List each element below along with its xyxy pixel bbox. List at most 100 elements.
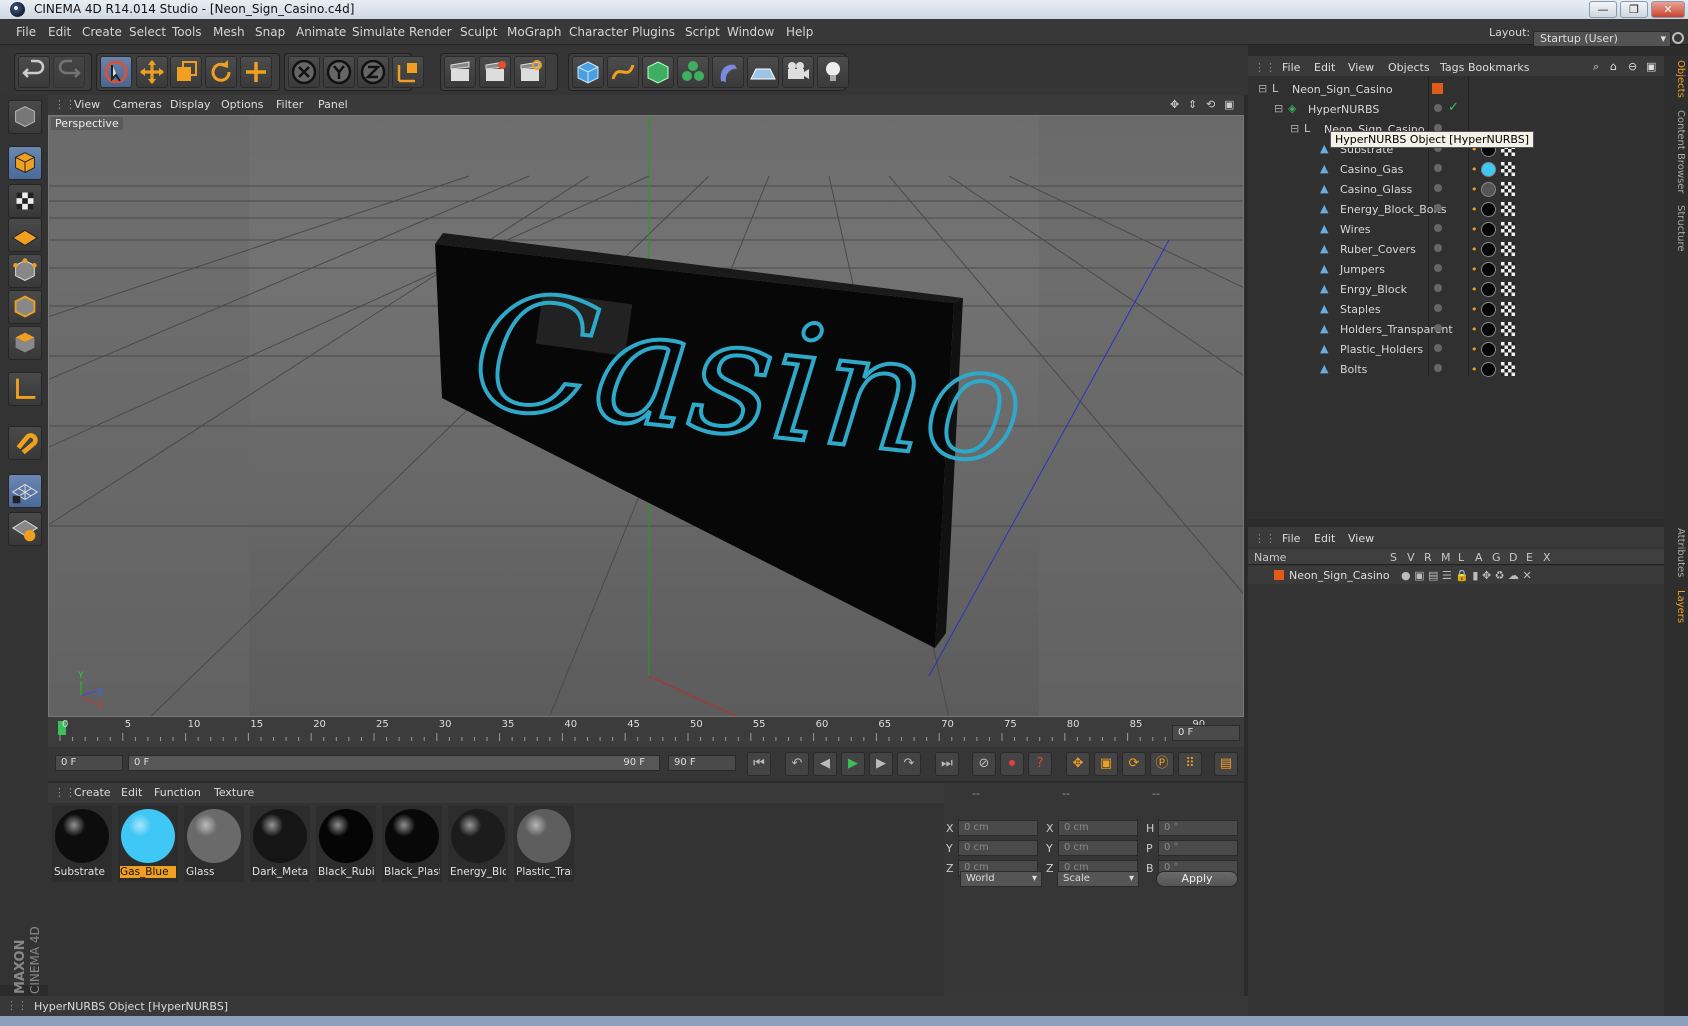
render-view-button[interactable]: [444, 56, 476, 88]
material-tag-icon[interactable]: [1481, 202, 1496, 217]
object-name[interactable]: Casino_Glass: [1340, 183, 1412, 196]
visibility-dots[interactable]: [1434, 224, 1442, 232]
layer-col-e[interactable]: E: [1526, 551, 1533, 564]
material-tag-icon[interactable]: [1481, 262, 1496, 277]
light-button[interactable]: [817, 56, 849, 88]
object-row[interactable]: ▲ Ruber_Covers •: [1248, 240, 1664, 260]
object-row[interactable]: ⊟ ◈ HyperNURBS ✓: [1248, 100, 1664, 120]
minimize-button[interactable]: —: [1589, 1, 1617, 18]
menu-snap[interactable]: Snap: [255, 25, 285, 39]
expand-toggle-icon[interactable]: ⊟: [1274, 102, 1283, 115]
layer-col-a[interactable]: A: [1475, 551, 1483, 564]
previous-key-button[interactable]: ↶: [785, 752, 809, 776]
object-name[interactable]: HyperNURBS: [1308, 103, 1379, 116]
phong-tag-icon[interactable]: •: [1471, 183, 1478, 196]
coord-mode-dropdown[interactable]: Scale ▾: [1057, 871, 1139, 887]
menu-mograph[interactable]: MoGraph: [507, 25, 562, 39]
camera-button[interactable]: [782, 56, 814, 88]
layer-flag-icons[interactable]: ● ▣ ▤ ☰ 🔒 ▮ ✥ ♻ ☁ ✕: [1401, 569, 1532, 582]
material-swatch[interactable]: Plastic_Tran: [514, 806, 574, 882]
menu-select[interactable]: Select: [129, 25, 166, 39]
scale-tool-button[interactable]: [170, 56, 202, 88]
object-name[interactable]: Enrgy_Block: [1340, 283, 1407, 296]
layer-menu-edit[interactable]: Edit: [1314, 532, 1335, 545]
object-row[interactable]: ▲ Staples •: [1248, 300, 1664, 320]
menu-window[interactable]: Window: [727, 25, 774, 39]
expand-toggle-icon[interactable]: ⊟: [1258, 82, 1267, 95]
layer-col-v[interactable]: V: [1407, 551, 1415, 564]
visibility-dots[interactable]: [1434, 184, 1442, 192]
layer-menu-file[interactable]: File: [1282, 532, 1300, 545]
visibility-dots[interactable]: [1434, 344, 1442, 352]
object-menu-bookmarks[interactable]: Bookmarks: [1468, 61, 1529, 74]
object-name[interactable]: Wires: [1340, 223, 1370, 236]
phong-tag-icon[interactable]: •: [1471, 223, 1478, 236]
visibility-dots[interactable]: [1434, 104, 1442, 112]
coord-value-field[interactable]: 0 cm: [958, 840, 1038, 856]
snap-button[interactable]: [8, 474, 42, 508]
material-swatch[interactable]: Dark_Meta: [250, 806, 310, 882]
rotate-view-icon[interactable]: ⟲: [1206, 98, 1215, 111]
viewport-menu-panel[interactable]: Panel: [318, 98, 348, 111]
menu-tools[interactable]: Tools: [172, 25, 202, 39]
layer-name[interactable]: Neon_Sign_Casino: [1289, 569, 1390, 582]
visibility-dots[interactable]: [1434, 204, 1442, 212]
object-row[interactable]: ▲ Bolts •: [1248, 360, 1664, 380]
deformer-button[interactable]: [712, 56, 744, 88]
coord-value-field[interactable]: 0 cm: [1058, 840, 1138, 856]
mograph-cloner-button[interactable]: [677, 56, 709, 88]
material-tag-icon[interactable]: [1481, 222, 1496, 237]
maximize-panel-icon[interactable]: ▣: [1646, 60, 1656, 73]
maximize-button[interactable]: ❐: [1620, 1, 1648, 18]
object-row[interactable]: ▲ Casino_Gas •: [1248, 160, 1664, 180]
workplane-mode-button[interactable]: [8, 218, 42, 252]
maximize-view-icon[interactable]: ▣: [1224, 98, 1234, 111]
object-row[interactable]: ▲ Enrgy_Block •: [1248, 280, 1664, 300]
object-row[interactable]: ▲ Wires •: [1248, 220, 1664, 240]
menu-create[interactable]: Create: [82, 25, 122, 39]
next-frame-button[interactable]: ▶: [869, 752, 893, 776]
texture-tag-icon[interactable]: [1501, 162, 1515, 176]
menu-render[interactable]: Render: [409, 25, 452, 39]
layer-color-swatch[interactable]: [1274, 570, 1284, 580]
go-to-start-button[interactable]: ⏮: [747, 752, 771, 776]
key-pla-button[interactable]: ⠿: [1178, 752, 1202, 776]
start-frame-field[interactable]: 0 F: [55, 755, 123, 771]
viewport-menu-filter[interactable]: Filter: [276, 98, 303, 111]
phong-tag-icon[interactable]: •: [1471, 303, 1478, 316]
phong-tag-icon[interactable]: •: [1471, 363, 1478, 376]
object-menu-file[interactable]: File: [1282, 61, 1300, 74]
layer-color-swatch[interactable]: [1432, 83, 1443, 94]
layer-col-r[interactable]: R: [1424, 551, 1432, 564]
visibility-dots[interactable]: [1434, 264, 1442, 272]
previous-frame-button[interactable]: ◀: [813, 752, 837, 776]
render-picture-viewer-button[interactable]: [479, 56, 511, 88]
timeline-layout-button[interactable]: ▤: [1214, 752, 1238, 776]
timeline-ruler[interactable]: 051015202530354045505560657075808590 0 F: [48, 717, 1244, 747]
y-axis-button[interactable]: [323, 56, 355, 88]
home-icon[interactable]: ⌂: [1610, 60, 1617, 73]
viewport-menu-options[interactable]: Options: [221, 98, 263, 111]
menu-character[interactable]: Character: [569, 25, 628, 39]
object-name[interactable]: Bolts: [1340, 363, 1367, 376]
phong-tag-icon[interactable]: •: [1471, 283, 1478, 296]
edges-mode-button[interactable]: [8, 290, 42, 324]
phong-tag-icon[interactable]: •: [1471, 163, 1478, 176]
material-menu-texture[interactable]: Texture: [214, 786, 254, 799]
tab-attributes[interactable]: Attributes: [1666, 528, 1686, 577]
key-scale-button[interactable]: ▣: [1094, 752, 1118, 776]
texture-tag-icon[interactable]: [1501, 342, 1515, 356]
material-swatch[interactable]: Glass: [184, 806, 244, 882]
visibility-dots[interactable]: [1434, 244, 1442, 252]
object-row[interactable]: ▲ Energy_Block_Bolts •: [1248, 200, 1664, 220]
viewport-menu-display[interactable]: Display: [170, 98, 211, 111]
filter-icon[interactable]: ⊖: [1628, 60, 1637, 73]
enabled-check-icon[interactable]: ✓: [1448, 100, 1459, 115]
search-icon[interactable]: [1672, 32, 1684, 44]
menu-file[interactable]: File: [16, 25, 36, 39]
zoom-view-icon[interactable]: ⇕: [1188, 98, 1197, 111]
cube-object-button[interactable]: [572, 56, 604, 88]
object-name[interactable]: Ruber_Covers: [1340, 243, 1416, 256]
coord-value-field[interactable]: 0 °: [1158, 820, 1238, 836]
texture-mode-button[interactable]: [8, 184, 42, 218]
